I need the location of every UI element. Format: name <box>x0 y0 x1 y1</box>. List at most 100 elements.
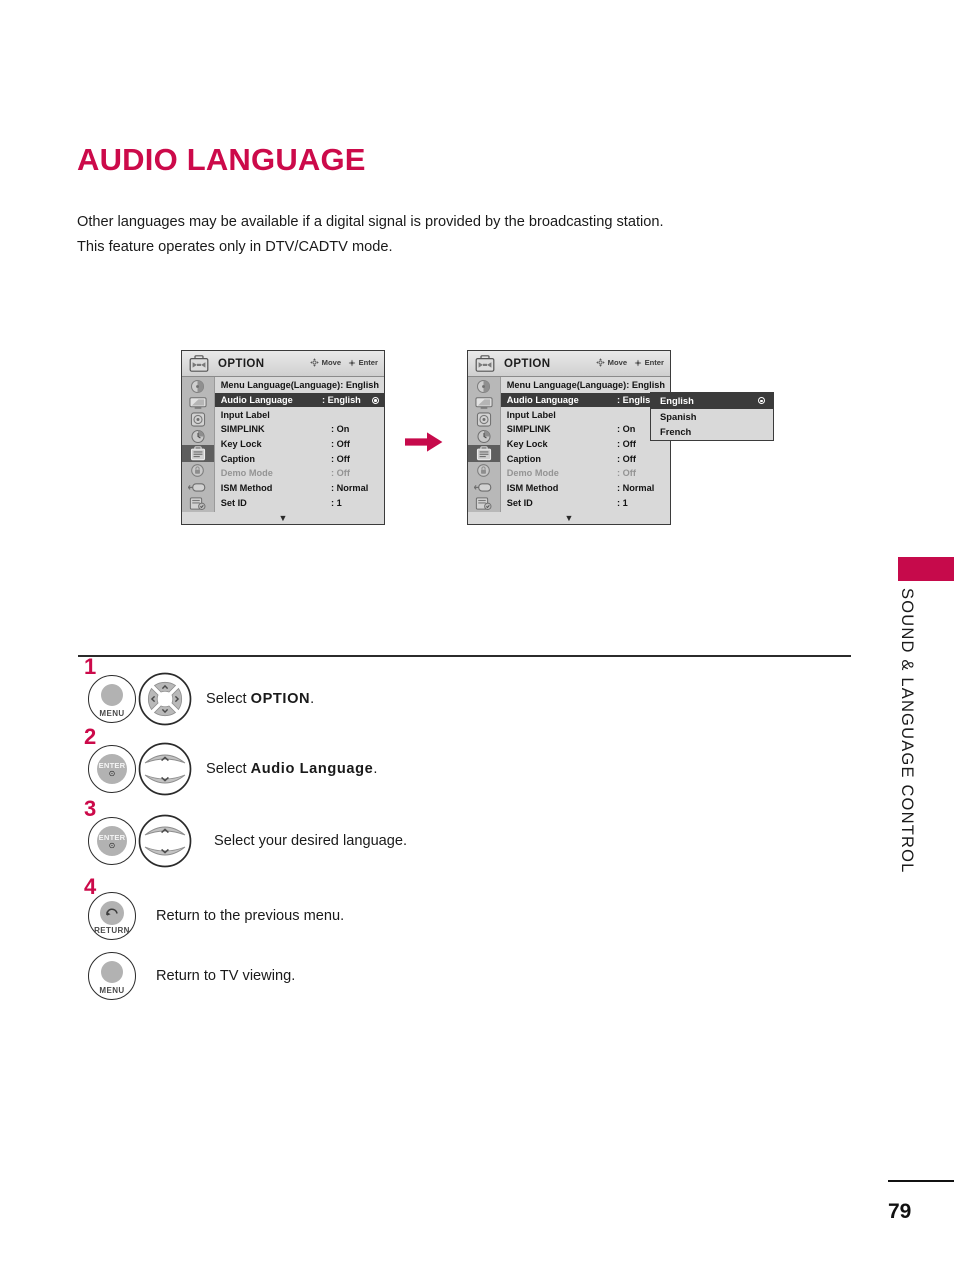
osd-row[interactable]: SIMPLINK: On <box>501 422 670 437</box>
osd-row-label: Audio Language <box>220 395 293 406</box>
osd-row[interactable]: Menu Language(Language): English <box>215 378 384 393</box>
hint-move: Move <box>596 358 627 367</box>
chapter-tab <box>898 557 954 581</box>
osd-row-label: Set ID <box>506 497 533 508</box>
osd-row-label: Input Label <box>220 409 270 420</box>
move-dpad-icon <box>310 358 319 367</box>
step-text-prefix: Select <box>206 691 251 707</box>
flow-arrow-icon <box>405 431 443 458</box>
enter-dot-icon: ⊙ <box>108 840 116 850</box>
osd-row[interactable]: Caption : Off <box>501 451 670 466</box>
dropdown-option[interactable]: Spanish <box>651 409 773 425</box>
menu-button[interactable]: MENU <box>88 675 136 723</box>
time-icon[interactable] <box>468 428 500 445</box>
osd-row[interactable]: Key Lock: Off <box>215 437 384 452</box>
osd-row-label: SIMPLINK <box>220 424 265 435</box>
osd-row[interactable]: Menu Language(Language): English <box>501 378 670 393</box>
input-connector-icon[interactable] <box>468 479 500 496</box>
intro-line-1: Other languages may be available if a di… <box>77 214 664 230</box>
step-text-emphasis: OPTION <box>250 691 311 707</box>
osd-row-value: : 1 <box>331 497 342 508</box>
option-rail-icon[interactable] <box>182 445 214 462</box>
audio-icon[interactable] <box>182 412 214 429</box>
osd-row[interactable]: SIMPLINK : On <box>215 422 384 437</box>
lock-icon[interactable] <box>468 462 500 479</box>
dropdown-option[interactable]: English <box>651 393 773 409</box>
step-instruction: Return to the previous menu. <box>156 908 345 924</box>
step-number: 2 <box>84 724 97 749</box>
option-rail-icon[interactable] <box>468 445 500 462</box>
osd-row[interactable]: Input Label <box>215 407 384 422</box>
osd-row[interactable]: Demo Mode: Off <box>501 466 670 481</box>
navigation-dpad[interactable] <box>138 672 192 726</box>
osd-row-value: : On <box>331 424 350 435</box>
osd-menu-before: OPTION Move Enter Menu Language(Language… <box>181 350 385 526</box>
picture-icon[interactable] <box>182 378 214 395</box>
osd-row[interactable]: Audio Language: Englis <box>500 392 670 408</box>
osd-row-value: : Off <box>617 468 636 479</box>
osd-title: OPTION <box>504 357 551 370</box>
osd-row[interactable]: Input Label <box>501 407 670 422</box>
step-text-suffix: . <box>310 691 315 707</box>
osd-rows: Menu Language(Language): English Audio La… <box>500 377 670 512</box>
enter-dot-icon <box>634 359 642 366</box>
step-instruction: Select Audio Language. <box>206 761 377 777</box>
osd-row-value: : Normal <box>331 483 369 494</box>
dropdown-option-label: English <box>660 395 694 407</box>
osd-row[interactable]: ISM Method: Normal <box>215 481 384 496</box>
osd-row-label: Menu Language(Language): English <box>506 380 665 391</box>
screen-icon[interactable] <box>182 395 214 412</box>
step-number: 4 <box>84 874 97 899</box>
radio-selected-icon <box>758 397 765 405</box>
step-text-emphasis: Audio Language <box>250 761 374 777</box>
osd-row[interactable]: Set ID: 1 <box>215 496 384 511</box>
setup-icon[interactable] <box>468 496 500 513</box>
osd-row-label: Key Lock <box>220 439 262 450</box>
menu-button[interactable]: MENU <box>88 952 136 1000</box>
up-down-pad[interactable] <box>138 814 192 868</box>
lock-icon[interactable] <box>182 462 214 479</box>
return-button[interactable]: RETURN <box>88 892 136 940</box>
osd-row[interactable]: Audio Language: English <box>214 392 384 408</box>
osd-row[interactable]: ISM Method: Normal <box>501 481 670 496</box>
osd-row[interactable]: Demo Mode: Off <box>215 466 384 481</box>
setup-icon[interactable] <box>182 496 214 513</box>
enter-dot-icon: ⊙ <box>108 768 116 778</box>
up-down-pad-icon <box>138 814 192 868</box>
input-connector-icon[interactable] <box>182 479 214 496</box>
dropdown-option[interactable]: French <box>651 424 773 440</box>
time-icon[interactable] <box>182 428 214 445</box>
picture-icon[interactable] <box>468 378 500 395</box>
step-text-suffix: . <box>373 761 378 777</box>
menu-knob <box>101 684 123 706</box>
osd-row-label: Caption <box>220 453 255 464</box>
osd-row-value: : Off <box>617 453 636 464</box>
menu-button-label: MENU <box>99 709 125 718</box>
radio-selected-icon <box>372 396 379 404</box>
osd-row-label: Caption <box>506 453 541 464</box>
audio-language-dropdown[interactable]: English Spanish French <box>650 392 774 441</box>
enter-button[interactable]: ENTER ⊙ <box>88 817 136 865</box>
osd-row[interactable]: Set ID: 1 <box>501 496 670 511</box>
scroll-down-caret[interactable]: ▼ <box>468 512 670 524</box>
return-arrow-icon <box>106 908 118 916</box>
audio-icon[interactable] <box>468 412 500 429</box>
step-row: MENU Return to TV viewing. <box>88 952 295 1000</box>
dropdown-option-label: French <box>660 426 692 438</box>
osd-row-label: Demo Mode <box>220 468 273 479</box>
enter-button[interactable]: ENTER ⊙ <box>88 745 136 793</box>
osd-row[interactable]: Caption: Off <box>215 451 384 466</box>
screen-icon[interactable] <box>468 395 500 412</box>
step-instruction: Select OPTION. <box>206 691 314 707</box>
osd-row[interactable]: Key Lock: Off <box>501 437 670 452</box>
osd-row-label: Input Label <box>506 409 556 420</box>
menu-knob <box>101 961 123 983</box>
section-divider <box>78 655 851 657</box>
option-icon <box>182 352 216 376</box>
step-number: 1 <box>84 654 97 679</box>
menu-button-label: MENU <box>99 986 125 995</box>
up-down-pad[interactable] <box>138 742 192 796</box>
hint-enter: Enter <box>634 358 664 367</box>
enter-dot-icon <box>348 359 356 366</box>
scroll-down-caret[interactable]: ▼ <box>182 512 384 524</box>
